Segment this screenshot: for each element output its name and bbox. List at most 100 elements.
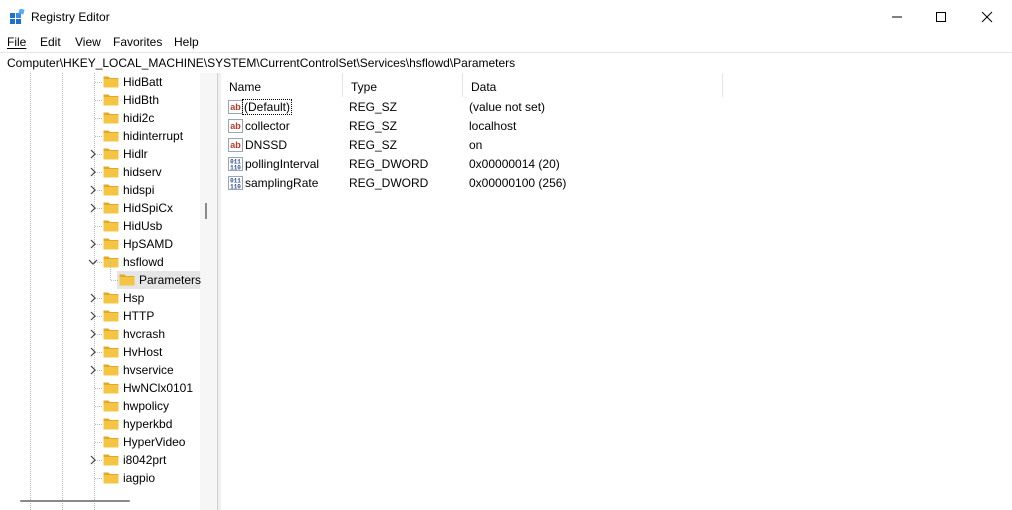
- menu-help[interactable]: Help: [174, 35, 199, 49]
- minimize-icon: [892, 16, 902, 17]
- binary-value-icon: 011110: [228, 157, 243, 171]
- value-row[interactable]: 011 110 pollingInterval REG_DWORD 0x00000014…: [221, 155, 1012, 174]
- tree-item[interactable]: HidBth: [0, 91, 217, 109]
- tree-horizontal-scroll-thumb[interactable]: [20, 500, 130, 502]
- column-type-label: Type: [351, 80, 378, 94]
- svg-text:ab: ab: [230, 121, 241, 131]
- tree-item[interactable]: HyperVideo: [0, 433, 217, 451]
- expand-toggle[interactable]: [88, 455, 98, 465]
- tree-item-label: HyperVideo: [123, 435, 186, 449]
- value-row[interactable]: ab (Default) REG_SZ (value not set): [221, 98, 1012, 117]
- folder-icon: [103, 472, 119, 484]
- folder-icon: [103, 112, 119, 124]
- tree-item-label: hidi2c: [123, 111, 155, 125]
- tree-item[interactable]: HvHost: [0, 343, 217, 361]
- menu-bar: File Edit View Favorites Help: [0, 33, 1012, 51]
- column-header-name[interactable]: Name: [221, 73, 343, 97]
- close-icon: [981, 11, 993, 22]
- chevron-right-icon: [90, 293, 96, 303]
- value-row[interactable]: 011 110 samplingRate REG_DWORD 0x00000100 (2…: [221, 174, 1012, 193]
- values-list[interactable]: Name Type Data ab (Default) REG_SZ (value n…: [221, 73, 1012, 510]
- tree-item[interactable]: HTTP: [0, 307, 217, 325]
- tree-item[interactable]: hsflowd: [0, 253, 217, 271]
- key-tree[interactable]: HidBatt HidBth hidi2c hidinterrupt Hidlr hids…: [0, 73, 218, 510]
- tree-guide-line: [110, 262, 111, 280]
- column-header-type[interactable]: Type: [343, 73, 463, 97]
- value-type: REG_SZ: [349, 100, 398, 114]
- tree-item[interactable]: HidBatt: [0, 73, 217, 91]
- chevron-right-icon: [90, 167, 96, 177]
- folder-icon: [103, 166, 119, 178]
- expand-toggle[interactable]: [88, 149, 98, 159]
- collapse-toggle[interactable]: [88, 257, 98, 267]
- tree-item[interactable]: iagpio: [0, 469, 217, 487]
- tree-item[interactable]: hidspi: [0, 181, 217, 199]
- tree-item[interactable]: hyperkbd: [0, 415, 217, 433]
- chevron-right-icon: [90, 365, 96, 375]
- expand-toggle[interactable]: [88, 365, 98, 375]
- value-row[interactable]: ab DNSSD REG_SZ on: [221, 136, 1012, 155]
- tree-item-label: hidserv: [123, 165, 162, 179]
- close-button[interactable]: [964, 0, 1010, 33]
- tree-connector: [95, 442, 102, 443]
- tree-item[interactable]: Parameters: [0, 262, 217, 289]
- value-name: DNSSD: [245, 138, 288, 152]
- menu-file[interactable]: File: [7, 35, 26, 49]
- tree-item-label: hidspi: [123, 183, 155, 197]
- tree-item-label: HTTP: [123, 309, 155, 323]
- menu-edit[interactable]: Edit: [40, 35, 61, 49]
- tree-item-label: HwNClx0101: [123, 381, 194, 395]
- tree-item[interactable]: HidUsb: [0, 217, 217, 235]
- tree-connector: [95, 136, 102, 137]
- tree-item[interactable]: HpSAMD: [0, 235, 217, 253]
- tree-item-label: i8042prt: [123, 453, 167, 467]
- expand-toggle[interactable]: [88, 347, 98, 357]
- value-data: 0x00000014 (20): [469, 157, 560, 171]
- maximize-button[interactable]: [918, 0, 964, 33]
- expand-toggle[interactable]: [88, 311, 98, 321]
- address-bar[interactable]: Computer\HKEY_LOCAL_MACHINE\SYSTEM\Curre…: [0, 52, 1012, 74]
- string-value-icon: ab: [228, 138, 243, 152]
- value-row[interactable]: ab collector REG_SZ localhost: [221, 117, 1012, 136]
- tree-connector: [95, 226, 102, 227]
- tree-item[interactable]: hidserv: [0, 163, 217, 181]
- expand-toggle[interactable]: [88, 203, 98, 213]
- chevron-right-icon: [90, 185, 96, 195]
- tree-item[interactable]: hidinterrupt: [0, 127, 217, 145]
- tree-connector: [95, 388, 102, 389]
- string-value-icon: ab: [228, 100, 243, 114]
- minimize-button[interactable]: [874, 0, 920, 33]
- tree-item[interactable]: hvcrash: [0, 325, 217, 343]
- tree-item[interactable]: hidi2c: [0, 109, 217, 127]
- expand-toggle[interactable]: [88, 239, 98, 249]
- expand-toggle[interactable]: [88, 293, 98, 303]
- expand-toggle[interactable]: [88, 167, 98, 177]
- tree-item[interactable]: Hsp: [0, 289, 217, 307]
- menu-view[interactable]: View: [75, 35, 101, 49]
- column-header-data[interactable]: Data: [463, 73, 723, 97]
- title-bar: Registry Editor: [0, 0, 1012, 33]
- tree-item-label: hyperkbd: [123, 417, 173, 431]
- chevron-right-icon: [90, 239, 96, 249]
- tree-item[interactable]: hwpolicy: [0, 397, 217, 415]
- address-path[interactable]: Computer\HKEY_LOCAL_MACHINE\SYSTEM\Curre…: [7, 56, 515, 70]
- tree-item[interactable]: Hidlr: [0, 145, 217, 163]
- tree-connector: [95, 406, 102, 407]
- menu-favorites[interactable]: Favorites: [113, 35, 162, 49]
- tree-item-label: HidUsb: [123, 219, 163, 233]
- folder-icon: [103, 346, 119, 358]
- folder-icon: [103, 382, 119, 394]
- folder-icon: [103, 454, 119, 466]
- tree-item[interactable]: hvservice: [0, 361, 217, 379]
- chevron-right-icon: [90, 203, 96, 213]
- expand-toggle[interactable]: [88, 185, 98, 195]
- tree-item[interactable]: HwNClx0101: [0, 379, 217, 397]
- tree-item-label: HvHost: [123, 345, 163, 359]
- tree-item[interactable]: i8042prt: [0, 451, 217, 469]
- expand-toggle[interactable]: [88, 329, 98, 339]
- folder-icon: [103, 76, 119, 88]
- chevron-right-icon: [90, 347, 96, 357]
- tree-item[interactable]: HidSpiCx: [0, 199, 217, 217]
- value-type: REG_SZ: [349, 119, 398, 133]
- column-name-label: Name: [229, 80, 262, 94]
